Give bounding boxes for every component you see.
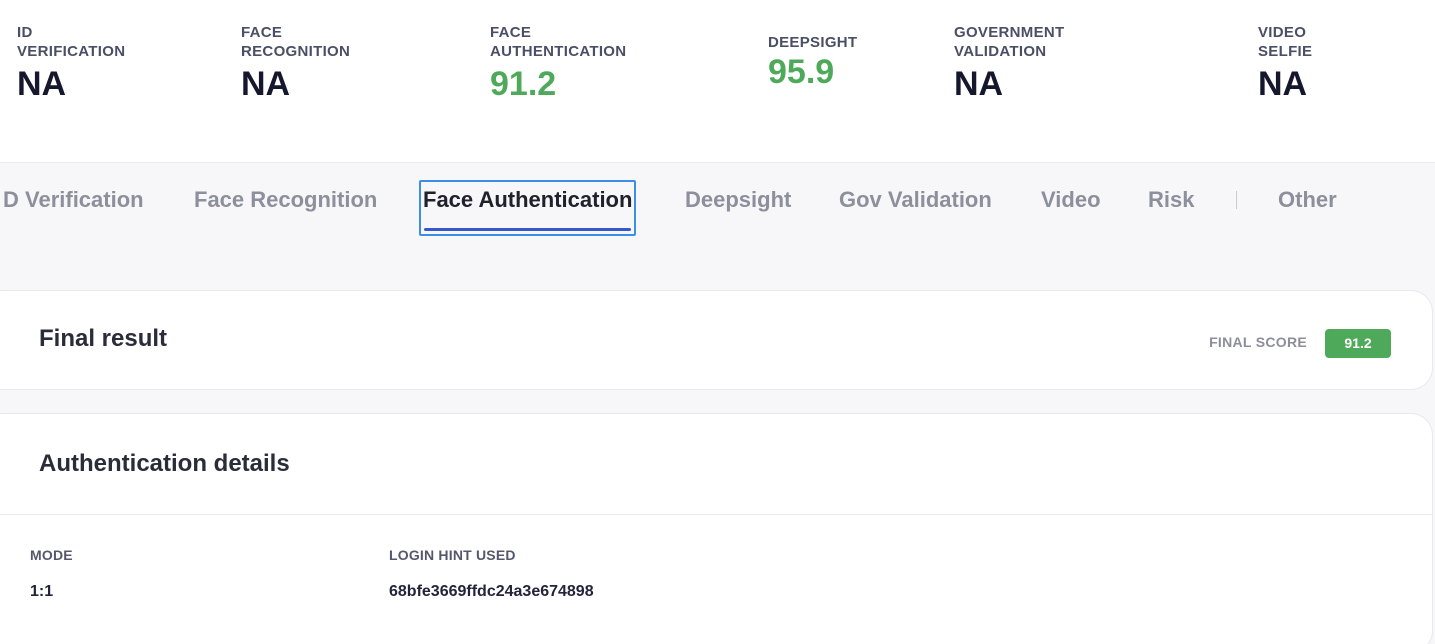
final-result-card: Final result FINAL SCORE 91.2 [0, 290, 1433, 390]
score-value: NA [1258, 65, 1308, 103]
score-value: NA [954, 65, 1004, 103]
score-label-line2: RECOGNITION [241, 43, 351, 60]
authentication-details-title: Authentication details [39, 450, 290, 477]
authentication-details-card: Authentication details MODE 1:1 LOGIN HI… [0, 413, 1433, 644]
tab-video[interactable]: Video [1041, 182, 1101, 237]
mode-value: 1:1 [30, 583, 54, 600]
score-label-line1: ID [17, 24, 33, 41]
divider [0, 514, 1432, 515]
score-value: 91.2 [490, 65, 557, 103]
score-label-line1: VIDEO [1258, 24, 1307, 41]
score-label: DEEPSIGHT [768, 33, 857, 52]
login-hint-value: 68bfe3669ffdc24a3e674898 [389, 583, 594, 600]
login-hint-label: LOGIN HINT USED [389, 547, 516, 563]
score-summary: ID VERIFICATION NA FACE RECOGNITION NA F… [0, 0, 1435, 163]
tab-face-authentication[interactable]: Face Authentication [419, 180, 637, 236]
score-id-verification: ID VERIFICATION NA [17, 23, 125, 104]
score-label: VIDEO SELFIE [1258, 23, 1312, 61]
score-deepsight: DEEPSIGHT 95.9 [768, 33, 857, 92]
score-government-validation: GOVERNMENT VALIDATION NA [954, 23, 1065, 104]
score-label-line1: FACE [241, 24, 283, 41]
score-label-line2: VERIFICATION [17, 43, 126, 60]
score-label-line2: VALIDATION [954, 43, 1047, 60]
tab-gov-validation[interactable]: Gov Validation [839, 182, 992, 237]
score-label: FACE AUTHENTICATION [490, 23, 626, 61]
score-label-line1: GOVERNMENT [954, 24, 1065, 41]
score-label-line1: DEEPSIGHT [768, 34, 858, 51]
tab-risk[interactable]: Risk [1148, 182, 1194, 237]
tab-bar: D Verification Face Recognition Face Aut… [0, 163, 1435, 253]
tab-id-verification[interactable]: D Verification [3, 182, 144, 237]
detail-login-hint: LOGIN HINT USED 68bfe3669ffdc24a3e674898 [389, 547, 594, 601]
final-score-badge: 91.2 [1325, 329, 1391, 358]
page: ID VERIFICATION NA FACE RECOGNITION NA F… [0, 0, 1435, 644]
score-label: FACE RECOGNITION [241, 23, 350, 61]
score-video-selfie: VIDEO SELFIE NA [1258, 23, 1312, 104]
score-face-recognition: FACE RECOGNITION NA [241, 23, 350, 104]
score-value: NA [17, 65, 67, 103]
tab-face-recognition[interactable]: Face Recognition [194, 182, 377, 237]
score-label-line2: SELFIE [1258, 43, 1313, 60]
final-score-label: FINAL SCORE [1209, 334, 1307, 350]
score-value: NA [241, 65, 291, 103]
score-value: 95.9 [768, 53, 835, 91]
active-tab-indicator [424, 228, 632, 231]
tab-deepsight[interactable]: Deepsight [685, 182, 791, 237]
mode-label: MODE [30, 547, 73, 563]
detail-mode: MODE 1:1 [30, 547, 73, 601]
score-label-line2: AUTHENTICATION [490, 43, 627, 60]
score-label-line1: FACE [490, 24, 532, 41]
score-label: ID VERIFICATION [17, 23, 125, 61]
tab-label: Face Authentication [423, 187, 633, 212]
score-label: GOVERNMENT VALIDATION [954, 23, 1065, 61]
final-result-title: Final result [39, 325, 168, 352]
score-face-authentication: FACE AUTHENTICATION 91.2 [490, 23, 626, 104]
tab-other[interactable]: Other [1278, 182, 1337, 237]
tab-separator [1236, 191, 1237, 209]
